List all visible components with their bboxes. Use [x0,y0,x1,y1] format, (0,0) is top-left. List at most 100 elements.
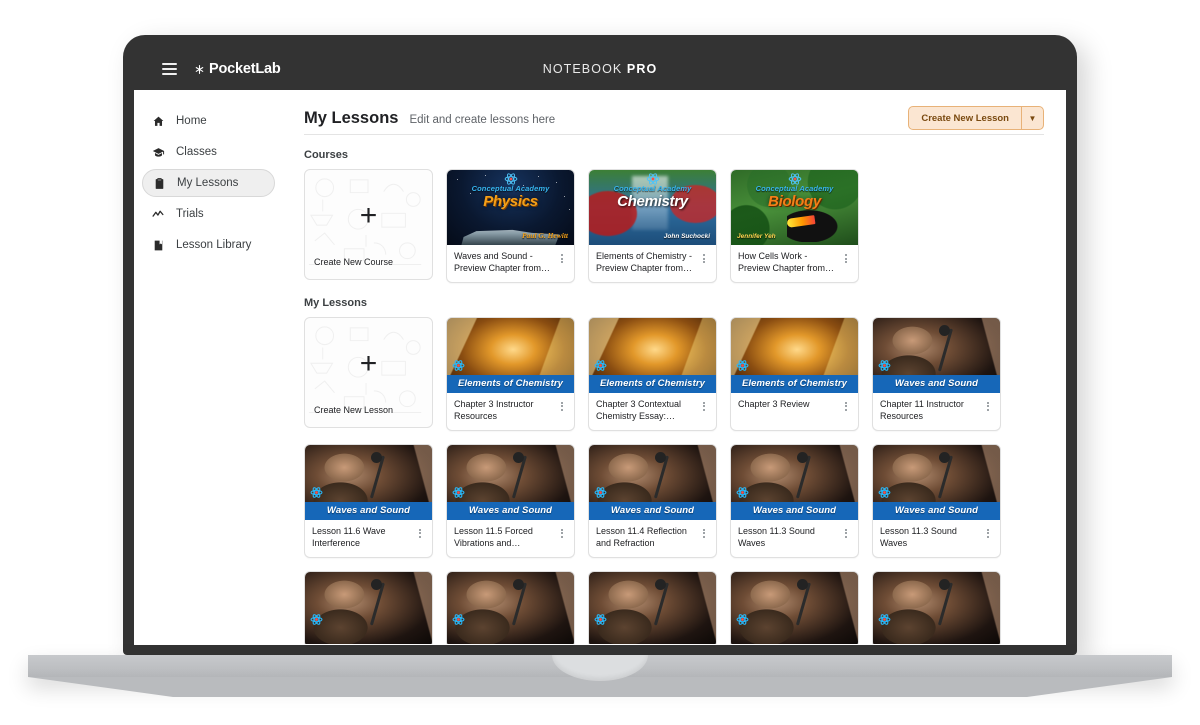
kebab-menu-icon[interactable] [557,251,567,263]
card-footer: Lesson 11.3 Sound Waves [731,520,858,557]
lesson-card[interactable]: Waves and SoundLesson 11.5 Forced Vibrat… [446,444,575,558]
card-label: Lesson 11.3 Sound Waves [880,526,979,550]
kebab-menu-icon[interactable] [841,251,851,263]
create-new-lesson-button[interactable]: Create New Lesson [909,107,1021,129]
musician-illustration [731,572,858,644]
sidebar-item-my-lessons[interactable]: My Lessons [142,169,275,197]
sidebar-item-label: Lesson Library [176,239,251,251]
my-lessons-row-3 [304,571,1044,644]
chemistry-cover-art: Conceptual Academy Chemistry John Suchoc… [589,170,716,245]
lesson-cover-art: Waves and Sound [305,445,432,520]
card-footer: Chapter 11 Instructor Resources [873,393,1000,430]
app-screen: PocketLab NOTEBOOK PRO Home Classes M [134,48,1066,645]
cover-brand-label: Conceptual Academy [589,184,716,193]
lesson-card[interactable] [872,571,1001,644]
atom-icon [594,613,607,626]
course-thumbnail: Conceptual Academy Chemistry John Suchoc… [589,170,716,245]
kebab-menu-icon[interactable] [699,399,709,411]
course-card[interactable]: Conceptual Academy Chemistry John Suchoc… [588,169,717,283]
lesson-thumbnail: Waves and Sound [873,445,1000,520]
lesson-band-title: Waves and Sound [873,502,1000,520]
lesson-card[interactable] [304,571,433,644]
graduation-cap-icon [152,146,165,159]
lesson-cards-row-1: Elements of ChemistryChapter 3 Instructo… [446,317,1001,431]
kebab-menu-icon[interactable] [699,526,709,538]
brand-logo[interactable]: PocketLab [193,61,281,77]
card-footer: Elements of Chemistry - Preview Chapter … [589,245,716,282]
lesson-card[interactable] [730,571,859,644]
atom-icon [594,486,607,499]
card-footer: Waves and Sound - Preview Chapter from… [447,245,574,282]
page-header: My Lessons Edit and create lessons here … [304,90,1066,132]
kebab-menu-icon[interactable] [557,526,567,538]
lessons-scroll-area[interactable]: Courses + Create New Course [304,135,1066,644]
card-footer: Chapter 3 Contextual Chemistry Essay:… [589,393,716,430]
course-thumbnail: Conceptual Academy Physics Paul G. Hewit… [447,170,574,245]
lesson-card[interactable]: Elements of ChemistryChapter 3 Instructo… [446,317,575,431]
sidebar-item-label: Classes [176,146,217,158]
lesson-thumbnail: Elements of Chemistry [447,318,574,393]
atom-icon [736,359,749,372]
card-label: How Cells Work - Preview Chapter from… [738,251,837,275]
create-new-course-label: Create New Course [314,257,393,267]
atom-icon [594,359,607,372]
kebab-menu-icon[interactable] [983,399,993,411]
lesson-thumbnail: Waves and Sound [589,445,716,520]
cover-author: John Suchocki [664,233,710,240]
kebab-menu-icon[interactable] [841,526,851,538]
atom-icon [736,613,749,626]
lesson-card[interactable]: Elements of ChemistryChapter 3 Contextua… [588,317,717,431]
course-thumbnail: Conceptual Academy Biology Jennifer Yeh [731,170,858,245]
kebab-menu-icon[interactable] [699,251,709,263]
my-lessons-row-2: Waves and SoundLesson 11.6 Wave Interfer… [304,444,1044,558]
cover-title: Physics [447,193,574,210]
lesson-thumbnail: Waves and Sound [305,445,432,520]
card-footer: Lesson 11.5 Forced Vibrations and… [447,520,574,557]
sidebar-item-classes[interactable]: Classes [142,138,275,166]
sidebar-item-home[interactable]: Home [142,107,275,135]
sidebar-item-label: Home [176,115,207,127]
section-title-courses: Courses [304,149,1044,161]
lesson-cover-art: Waves and Sound [447,445,574,520]
lesson-thumbnail: Waves and Sound [873,318,1000,393]
book-icon [152,239,165,252]
create-new-lesson-label: Create New Lesson [314,405,393,415]
lesson-card[interactable]: Waves and Sound Lesson 11.3 Sound Waves [730,444,859,558]
chevron-down-icon[interactable]: ▼ [1021,107,1043,129]
lesson-card[interactable]: Elements of ChemistryChapter 3 Review [730,317,859,431]
app-title-prefix: NOTEBOOK [543,62,627,76]
lesson-card[interactable]: Waves and Sound Lesson 11.4 Reflection an… [588,444,717,558]
lesson-cover-art: Waves and Sound [873,318,1000,393]
lesson-thumbnail: Waves and Sound [731,445,858,520]
lesson-card[interactable]: Waves and SoundChapter 11 Instructor Res… [872,317,1001,431]
card-label: Lesson 11.3 Sound Waves [738,526,837,550]
sidebar-item-trials[interactable]: Trials [142,200,275,228]
lesson-cover-art: Waves and Sound [731,445,858,520]
lesson-band-title: Waves and Sound [305,502,432,520]
card-footer: Chapter 3 Review [731,393,858,428]
lesson-band-title: Elements of Chemistry [589,375,716,393]
create-new-lesson-card[interactable]: + Create New Lesson [304,317,433,428]
lesson-card[interactable]: Waves and Sound Lesson 11.3 Sound Waves [872,444,1001,558]
lesson-cover-art [731,572,858,644]
hamburger-menu-icon[interactable] [162,63,177,75]
atom-icon [310,613,323,626]
kebab-menu-icon[interactable] [841,399,851,411]
create-new-course-card[interactable]: + Create New Course [304,169,433,280]
laptop-mockup: PocketLab NOTEBOOK PRO Home Classes M [0,0,1200,725]
kebab-menu-icon[interactable] [983,526,993,538]
create-new-lesson-split-button[interactable]: Create New Lesson ▼ [908,106,1044,130]
atom-icon [878,359,891,372]
kebab-menu-icon[interactable] [415,526,425,538]
lesson-card[interactable]: Waves and SoundLesson 11.6 Wave Interfer… [304,444,433,558]
musician-illustration [305,572,432,644]
lesson-card[interactable] [446,571,575,644]
kebab-menu-icon[interactable] [557,399,567,411]
sidebar-item-lesson-library[interactable]: Lesson Library [142,231,275,259]
clipboard-icon [153,177,166,190]
course-card[interactable]: Conceptual Academy Biology Jennifer Yeh … [730,169,859,283]
lesson-card[interactable] [588,571,717,644]
course-card[interactable]: Conceptual Academy Physics Paul G. Hewit… [446,169,575,283]
card-label: Lesson 11.4 Reflection and Refraction [596,526,695,550]
card-label: Waves and Sound - Preview Chapter from… [454,251,553,275]
